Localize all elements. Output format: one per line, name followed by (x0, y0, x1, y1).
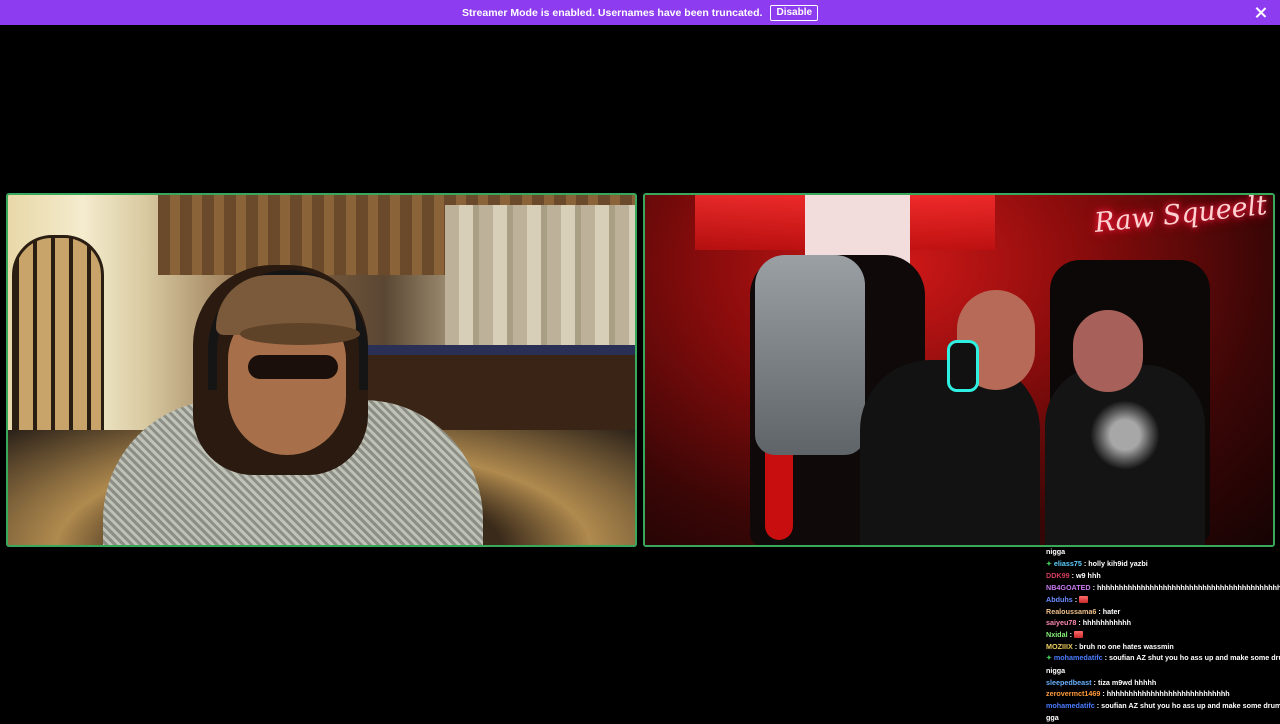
chat-username[interactable]: mohamedatifc (1046, 701, 1095, 710)
chat-text: bruh no one hates wassmin (1079, 641, 1174, 651)
chat-message: zerovermct1469 : hhhhhhhhhhhhhhhhhhhhhhh… (1046, 688, 1278, 700)
rgb-headset (947, 340, 979, 392)
chat-message: sleepedbeast : tiza m9wd hhhhh (1046, 677, 1278, 689)
chat-username[interactable]: sleepedbeast (1046, 678, 1092, 687)
chat-text: holly kih9id yazbi (1088, 558, 1148, 568)
chat-message: ✦ mohamedatifc : soufian AZ shut you ho a… (1046, 652, 1280, 665)
emote-icon (1073, 630, 1083, 638)
right-camera-feed: Raw Squeelt (643, 193, 1275, 547)
emote-icon (1079, 595, 1089, 603)
chat-message: Nxidal : (1046, 629, 1278, 641)
chat-username[interactable]: NB4GOATED (1046, 583, 1091, 592)
chat-message: saiyeu78 : hhhhhhhhhhh (1046, 617, 1278, 629)
chat-message: MOZIIIX : bruh no one hates wassmin (1046, 641, 1278, 653)
chat-text: soufian AZ shut you ho ass up and make s… (1109, 653, 1280, 663)
chat-username[interactable]: mohamedatifc (1054, 653, 1103, 662)
sunglasses (248, 355, 338, 379)
chat-text: soufian AZ shut you ho ass up and make s… (1101, 701, 1280, 711)
chat-message: Abduhs : (1046, 594, 1278, 606)
chat-message: DDK99 : w9 hhh (1046, 570, 1278, 582)
chat-text: hhhhhhhhhhhhhhhhhhhhhhhhhhhhhhhhhhhhhhhh… (1096, 583, 1280, 593)
chat-text: hater (1102, 606, 1121, 616)
chat-message: gga (1046, 712, 1278, 724)
chat-message: nigga (1046, 665, 1278, 677)
chat-username[interactable]: Abduhs (1046, 595, 1073, 604)
banner-message: Streamer Mode is enabled. Usernames have… (461, 6, 763, 19)
chat-username[interactable]: MOZIIIX (1046, 642, 1073, 651)
chat-username[interactable]: saiyeu78 (1046, 618, 1076, 627)
subscriber-badge-icon: ✦ (1046, 560, 1052, 568)
chat-message: Realoussama6 : hater (1046, 606, 1278, 618)
chat-text: tiza m9wd hhhhh (1097, 677, 1157, 687)
subscriber-badge-icon: ✦ (1046, 655, 1052, 663)
chat-message: nigga (1046, 546, 1278, 558)
chat-text: gga (1046, 712, 1059, 722)
left-camera-feed (6, 193, 637, 547)
chat-text: nigga (1046, 666, 1066, 676)
chat-text: w9 hhh (1075, 571, 1101, 581)
chat-username[interactable]: Nxidal (1046, 630, 1068, 639)
chat-text: hhhhhhhhhhh (1082, 618, 1132, 628)
chat-username[interactable]: DDK99 (1046, 571, 1070, 580)
shirt-print (1090, 400, 1160, 470)
chat-text: nigga (1046, 547, 1066, 556)
chat-username[interactable]: eliass75 (1054, 559, 1082, 568)
chat-message: mohamedatifc : soufian AZ shut you ho as… (1046, 700, 1280, 712)
cap-brim (240, 323, 360, 345)
grey-hoodie (755, 255, 865, 455)
chat-text: hhhhhhhhhhhhhhhhhhhhhhhhhhhh (1106, 689, 1230, 699)
chat-username[interactable]: Realoussama6 (1046, 607, 1096, 616)
chat-message: NB4GOATED : hhhhhhhhhhhhhhhhhhhhhhhhhhhh… (1046, 582, 1280, 594)
streamer-right-head (1073, 310, 1143, 392)
chat-message: ✦ eliass75 : holly kih9id yazbi (1046, 558, 1278, 571)
close-icon[interactable] (1254, 6, 1267, 19)
chat-overlay: nigga ✦ eliass75 : holly kih9id yazbi DDK99… (1046, 546, 1280, 724)
disable-streamer-mode-button[interactable]: Disable (770, 4, 819, 21)
chat-username[interactable]: zerovermct1469 (1046, 689, 1100, 698)
streamer-mode-banner: Streamer Mode is enabled. Usernames have… (0, 0, 1280, 25)
